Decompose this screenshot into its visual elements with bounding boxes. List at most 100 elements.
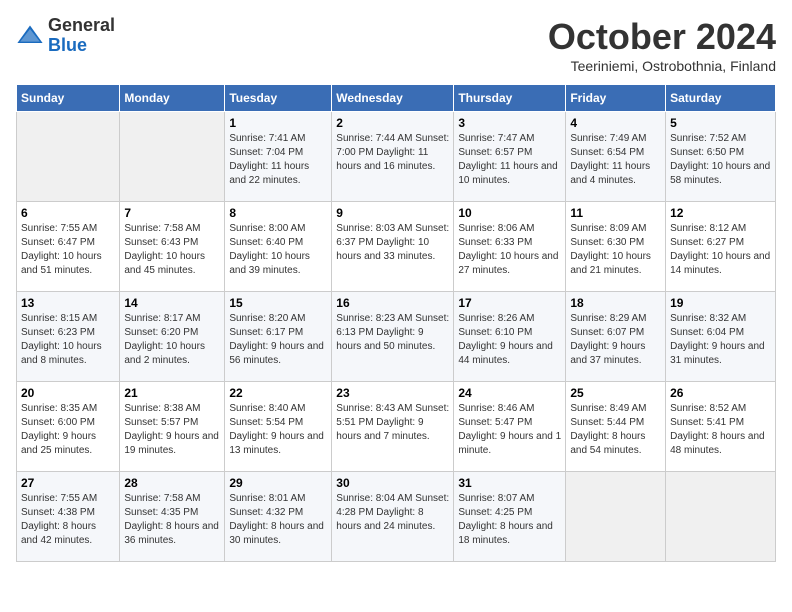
day-info: Sunrise: 7:58 AM Sunset: 6:43 PM Dayligh… [124,222,220,278]
day-number: 4 [570,116,661,130]
calendar-cell: 26 Sunrise: 8:52 AM Sunset: 5:41 PM Dayli… [666,382,776,472]
day-number: 7 [124,206,220,220]
day-number: 2 [336,116,449,130]
calendar-cell: 12 Sunrise: 8:12 AM Sunset: 6:27 PM Dayli… [666,202,776,292]
title-block: October 2024 Teeriniemi, Ostrobothnia, F… [548,16,776,74]
day-info: Sunrise: 8:04 AM Sunset: 4:28 PM Dayligh… [336,492,449,534]
day-info: Sunrise: 8:03 AM Sunset: 6:37 PM Dayligh… [336,222,449,264]
day-info: Sunrise: 8:43 AM Sunset: 5:51 PM Dayligh… [336,402,449,444]
calendar-cell [666,472,776,562]
calendar-cell: 2 Sunrise: 7:44 AM Sunset: 7:00 PM Daylig… [332,112,454,202]
day-number: 28 [124,476,220,490]
day-number: 23 [336,386,449,400]
day-number: 8 [229,206,327,220]
day-number: 30 [336,476,449,490]
calendar-cell: 23 Sunrise: 8:43 AM Sunset: 5:51 PM Dayli… [332,382,454,472]
month-title: October 2024 [548,16,776,58]
day-info: Sunrise: 8:01 AM Sunset: 4:32 PM Dayligh… [229,492,327,548]
calendar-cell: 20Sunrise: 8:35 AM Sunset: 6:00 PM Dayli… [17,382,120,472]
calendar-cell [17,112,120,202]
day-number: 15 [229,296,327,310]
day-number: 31 [458,476,561,490]
day-info: Sunrise: 8:15 AM Sunset: 6:23 PM Dayligh… [21,312,115,368]
day-info: Sunrise: 8:52 AM Sunset: 5:41 PM Dayligh… [670,402,771,458]
day-number: 5 [670,116,771,130]
calendar-cell [566,472,666,562]
day-number: 11 [570,206,661,220]
day-info: Sunrise: 8:29 AM Sunset: 6:07 PM Dayligh… [570,312,661,368]
weekday-header-tuesday: Tuesday [225,85,332,112]
day-info: Sunrise: 8:32 AM Sunset: 6:04 PM Dayligh… [670,312,771,368]
calendar-cell: 7 Sunrise: 7:58 AM Sunset: 6:43 PM Daylig… [120,202,225,292]
calendar-week-row: 1 Sunrise: 7:41 AM Sunset: 7:04 PM Daylig… [17,112,776,202]
day-info: Sunrise: 8:26 AM Sunset: 6:10 PM Dayligh… [458,312,561,368]
calendar-cell: 6 Sunrise: 7:55 AM Sunset: 6:47 PM Daylig… [17,202,120,292]
calendar-cell: 17 Sunrise: 8:26 AM Sunset: 6:10 PM Dayli… [454,292,566,382]
day-info: Sunrise: 7:47 AM Sunset: 6:57 PM Dayligh… [458,132,561,188]
day-info: Sunrise: 7:55 AM Sunset: 6:47 PM Dayligh… [21,222,115,278]
weekday-header-sunday: Sunday [17,85,120,112]
day-number: 17 [458,296,561,310]
calendar-table: SundayMondayTuesdayWednesdayThursdayFrid… [16,84,776,562]
day-number: 6 [21,206,115,220]
day-number: 13 [21,296,115,310]
calendar-cell: 11 Sunrise: 8:09 AM Sunset: 6:30 PM Dayli… [566,202,666,292]
day-number: 1 [229,116,327,130]
calendar-cell: 18 Sunrise: 8:29 AM Sunset: 6:07 PM Dayli… [566,292,666,382]
logo-icon [16,22,44,50]
day-info: Sunrise: 8:40 AM Sunset: 5:54 PM Dayligh… [229,402,327,458]
day-number: 29 [229,476,327,490]
calendar-week-row: 6 Sunrise: 7:55 AM Sunset: 6:47 PM Daylig… [17,202,776,292]
calendar-week-row: 20Sunrise: 8:35 AM Sunset: 6:00 PM Dayli… [17,382,776,472]
day-info: Sunrise: 7:41 AM Sunset: 7:04 PM Dayligh… [229,132,327,188]
day-number: 10 [458,206,561,220]
calendar-cell: 21Sunrise: 8:38 AM Sunset: 5:57 PM Dayli… [120,382,225,472]
calendar-cell: 14Sunrise: 8:17 AM Sunset: 6:20 PM Dayli… [120,292,225,382]
day-info: Sunrise: 8:07 AM Sunset: 4:25 PM Dayligh… [458,492,561,548]
day-info: Sunrise: 8:46 AM Sunset: 5:47 PM Dayligh… [458,402,561,458]
calendar-cell: 15 Sunrise: 8:20 AM Sunset: 6:17 PM Dayli… [225,292,332,382]
day-number: 27 [21,476,115,490]
weekday-header-row: SundayMondayTuesdayWednesdayThursdayFrid… [17,85,776,112]
day-info: Sunrise: 8:09 AM Sunset: 6:30 PM Dayligh… [570,222,661,278]
calendar-cell: 4 Sunrise: 7:49 AM Sunset: 6:54 PM Daylig… [566,112,666,202]
day-number: 26 [670,386,771,400]
day-number: 22 [229,386,327,400]
day-info: Sunrise: 7:49 AM Sunset: 6:54 PM Dayligh… [570,132,661,188]
day-number: 25 [570,386,661,400]
day-info: Sunrise: 7:58 AM Sunset: 4:35 PM Dayligh… [124,492,220,548]
calendar-week-row: 13 Sunrise: 8:15 AM Sunset: 6:23 PM Dayli… [17,292,776,382]
location-subtitle: Teeriniemi, Ostrobothnia, Finland [548,58,776,74]
calendar-cell: 25 Sunrise: 8:49 AM Sunset: 5:44 PM Dayli… [566,382,666,472]
day-info: Sunrise: 8:20 AM Sunset: 6:17 PM Dayligh… [229,312,327,368]
calendar-cell: 24Sunrise: 8:46 AM Sunset: 5:47 PM Dayli… [454,382,566,472]
calendar-cell: 9 Sunrise: 8:03 AM Sunset: 6:37 PM Daylig… [332,202,454,292]
calendar-cell [120,112,225,202]
day-info: Sunrise: 8:12 AM Sunset: 6:27 PM Dayligh… [670,222,771,278]
day-info: Sunrise: 7:52 AM Sunset: 6:50 PM Dayligh… [670,132,771,188]
day-info: Sunrise: 7:44 AM Sunset: 7:00 PM Dayligh… [336,132,449,174]
calendar-cell: 22 Sunrise: 8:40 AM Sunset: 5:54 PM Dayli… [225,382,332,472]
weekday-header-thursday: Thursday [454,85,566,112]
day-number: 12 [670,206,771,220]
logo: General Blue [16,16,115,56]
day-number: 18 [570,296,661,310]
calendar-cell: 31 Sunrise: 8:07 AM Sunset: 4:25 PM Dayli… [454,472,566,562]
weekday-header-monday: Monday [120,85,225,112]
calendar-cell: 19Sunrise: 8:32 AM Sunset: 6:04 PM Dayli… [666,292,776,382]
weekday-header-saturday: Saturday [666,85,776,112]
day-number: 3 [458,116,561,130]
day-number: 9 [336,206,449,220]
day-info: Sunrise: 8:49 AM Sunset: 5:44 PM Dayligh… [570,402,661,458]
calendar-cell: 3 Sunrise: 7:47 AM Sunset: 6:57 PM Daylig… [454,112,566,202]
calendar-cell: 16Sunrise: 8:23 AM Sunset: 6:13 PM Dayli… [332,292,454,382]
calendar-week-row: 27Sunrise: 7:55 AM Sunset: 4:38 PM Dayli… [17,472,776,562]
calendar-cell: 10Sunrise: 8:06 AM Sunset: 6:33 PM Dayli… [454,202,566,292]
day-info: Sunrise: 8:35 AM Sunset: 6:00 PM Dayligh… [21,402,115,458]
day-info: Sunrise: 8:38 AM Sunset: 5:57 PM Dayligh… [124,402,220,458]
calendar-cell: 5 Sunrise: 7:52 AM Sunset: 6:50 PM Daylig… [666,112,776,202]
logo-text: General Blue [48,16,115,56]
day-info: Sunrise: 8:23 AM Sunset: 6:13 PM Dayligh… [336,312,449,354]
calendar-cell: 13 Sunrise: 8:15 AM Sunset: 6:23 PM Dayli… [17,292,120,382]
page-header: General Blue October 2024 Teeriniemi, Os… [16,16,776,74]
